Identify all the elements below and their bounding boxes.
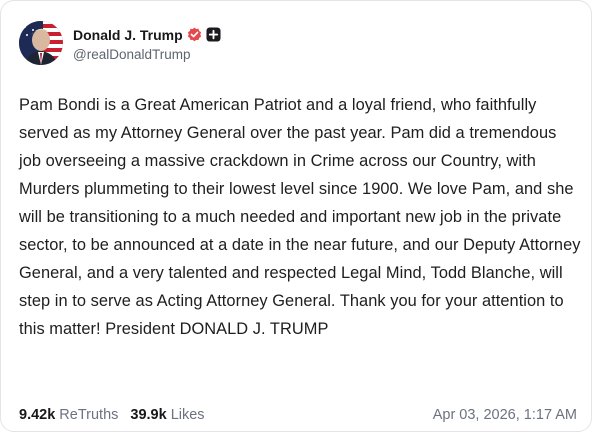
post-text: Pam Bondi is a Great American Patriot an… [19,96,581,338]
author-name-row: Donald J. Trump [73,25,221,45]
verified-badge-icon [187,27,202,42]
post-header: Donald J. Trump @realDonaldTrump [19,19,221,67]
likes-count: 39.9k [130,407,167,423]
retruths-count: 9.42k [19,407,56,423]
likes-label: Likes [170,407,205,423]
author-handle[interactable]: @realDonaldTrump [73,47,221,62]
likes-stat[interactable]: 39.9k Likes [130,407,204,423]
post-footer: 9.42k ReTruths 39.9k Likes Apr 03, 2026,… [19,405,577,425]
retruths-label: ReTruths [59,407,119,423]
plus-badge-icon [206,27,221,42]
retruths-stat[interactable]: 9.42k ReTruths [19,407,118,423]
post-timestamp[interactable]: Apr 03, 2026, 1:17 AM [433,407,577,423]
author-display-name[interactable]: Donald J. Trump [73,27,183,43]
post-card: Donald J. Trump @realDonaldTrump Pam Bon… [0,0,592,432]
avatar-image [19,21,63,65]
avatar[interactable] [19,21,63,65]
author-info: Donald J. Trump @realDonaldTrump [73,25,221,62]
